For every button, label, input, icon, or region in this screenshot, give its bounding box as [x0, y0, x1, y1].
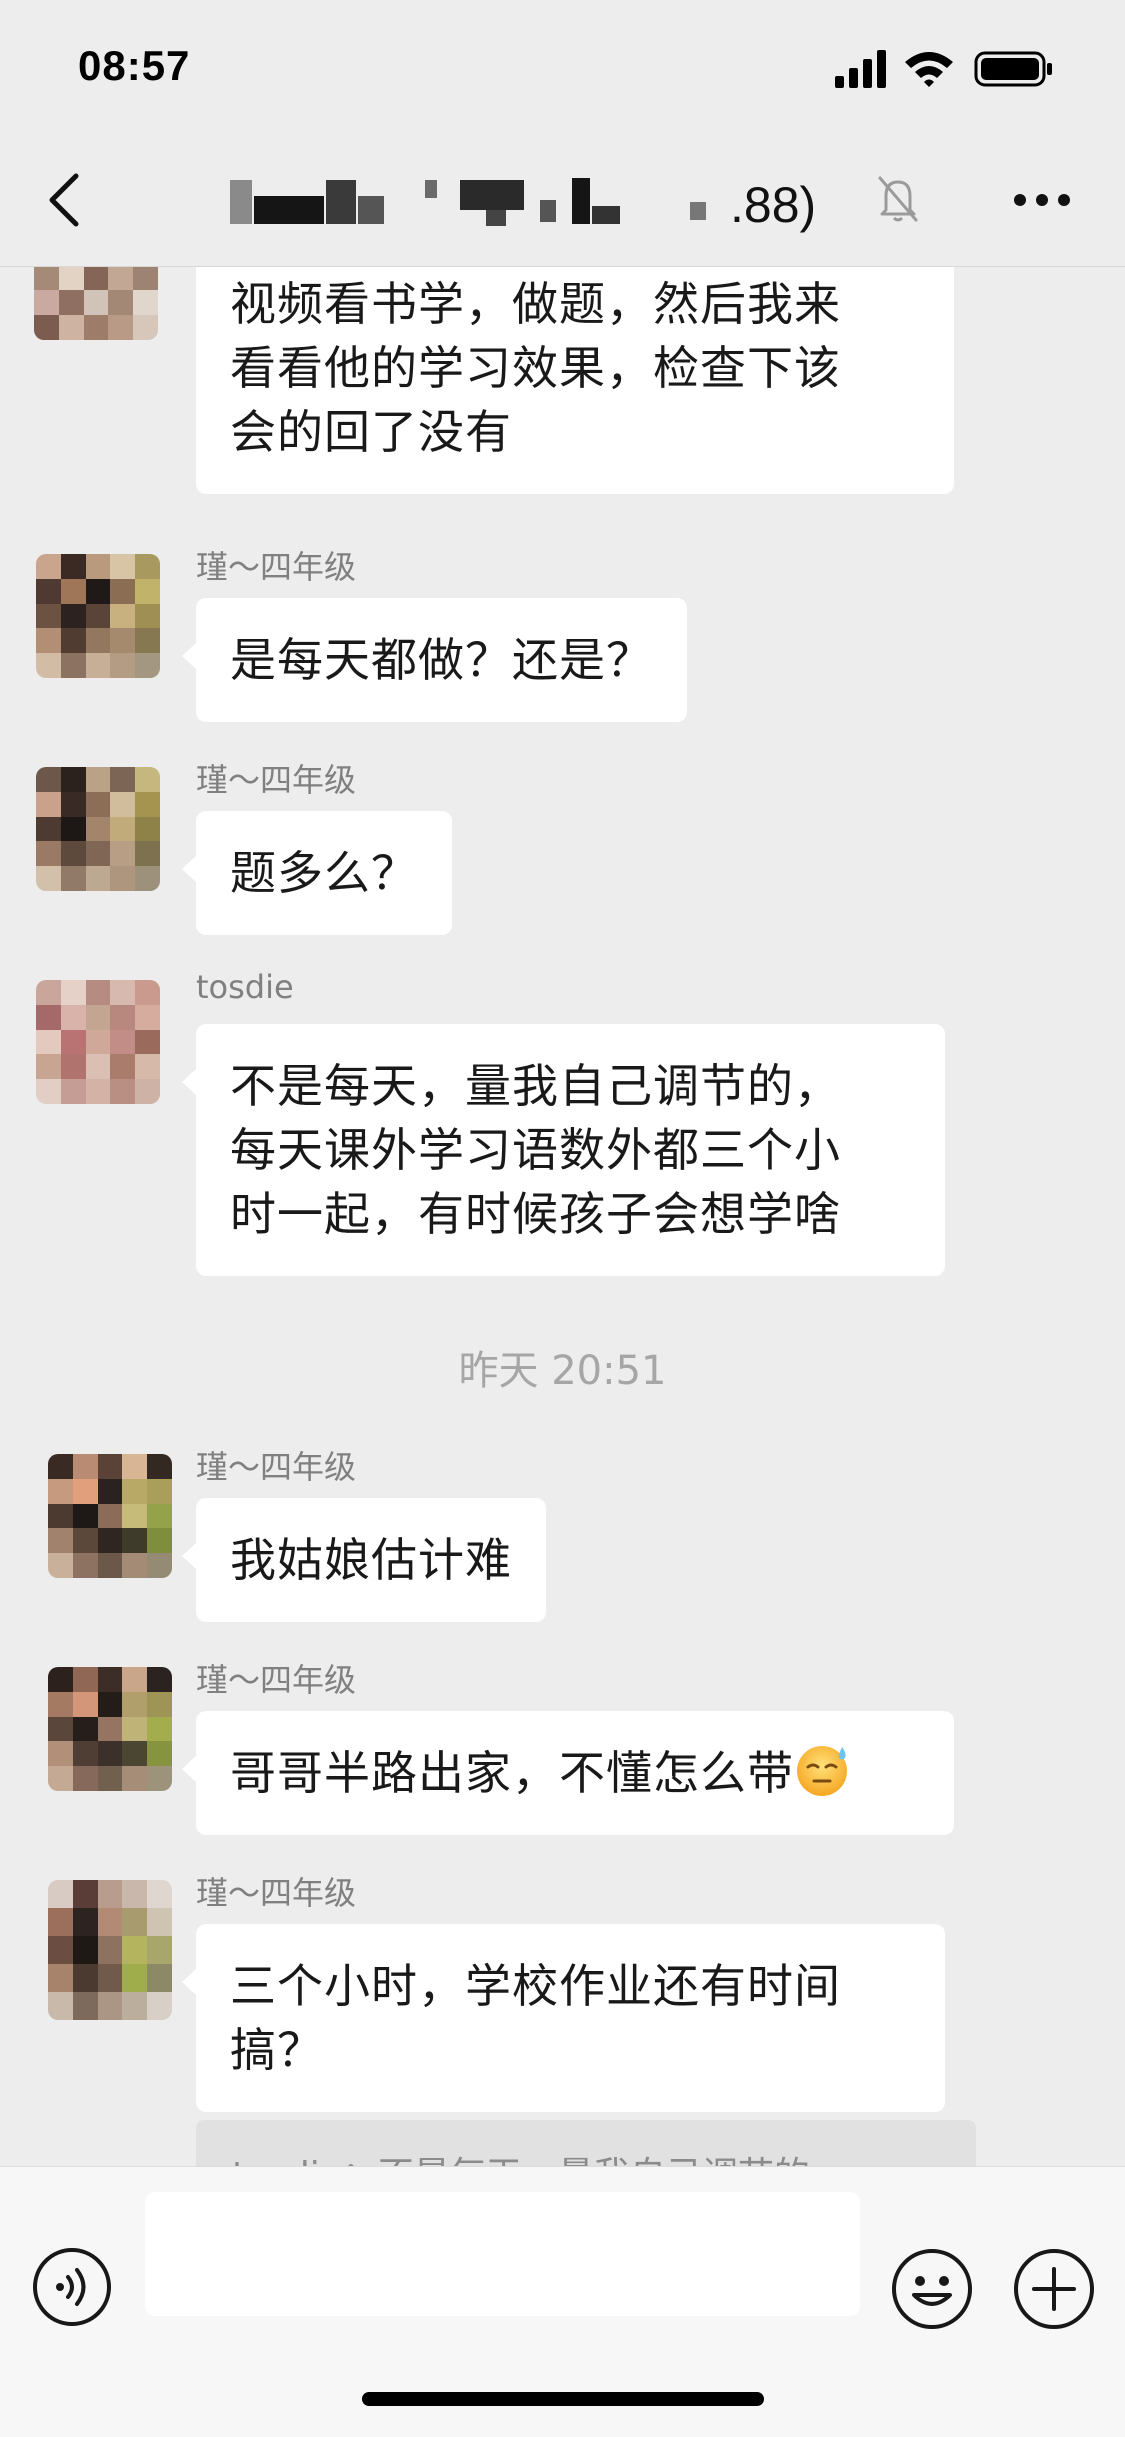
chat-title-suffix: .88) [730, 177, 817, 233]
timestamp-divider: 昨天 20:51 [458, 1348, 667, 1394]
message-text-line: 会的回了没有 [230, 405, 512, 459]
message-text-line: 时一起，有时候孩子会想学啥 [230, 1187, 841, 1241]
sweat-smile-emoji [797, 1746, 847, 1796]
message-text-line: 视频看书学，做题，然后我来 [230, 277, 841, 331]
message-input[interactable] [145, 2192, 860, 2316]
avatar[interactable] [48, 1454, 172, 1578]
emoji-face-icon[interactable] [890, 2247, 974, 2331]
more-dots-icon[interactable] [1012, 192, 1072, 208]
message-bubble[interactable]: 我姑娘估计难 [182, 1498, 546, 1622]
cellular-signal-icon [835, 50, 886, 88]
message-bubble[interactable]: 视频看书学，做题，然后我来 看看他的学习效果，检查下该 会的回了没有 [196, 266, 954, 494]
message-text-line: 我姑娘估计难 [230, 1533, 512, 1587]
chat-header: .88) [0, 132, 1125, 267]
status-time: 08:57 [78, 42, 191, 89]
sender-name: 瑾～四年级 [196, 548, 357, 586]
avatar[interactable] [36, 767, 160, 891]
home-indicator [362, 2392, 764, 2406]
message-text-line: 每天课外学习语数外都三个小 [230, 1123, 841, 1177]
message-text-line: 题多么？ [230, 846, 418, 900]
message-list[interactable]: 视频看书学，做题，然后我来 看看他的学习效果，检查下该 会的回了没有 瑾～四年级… [0, 266, 1125, 2166]
sender-name: 瑾～四年级 [196, 1661, 357, 1699]
sender-name: tosdie [196, 968, 294, 1006]
message-bubble[interactable]: 是每天都做？还是？ [182, 598, 687, 722]
bell-muted-icon [878, 176, 918, 222]
chat-title: .88) [220, 166, 910, 236]
voice-icon[interactable] [32, 2247, 112, 2327]
message-text-line: 是每天都做？还是？ [230, 633, 653, 687]
wifi-icon [905, 52, 953, 87]
message-bubble[interactable]: 题多么？ [182, 811, 452, 935]
avatar[interactable] [48, 1667, 172, 1791]
quoted-text: tosdie：不是每天，量我自己调节的， [232, 2155, 846, 2166]
message-text-line: 看看他的学习效果，检查下该 [230, 341, 841, 395]
plus-circle-icon[interactable] [1012, 2247, 1096, 2331]
chevron-left-icon[interactable] [44, 172, 84, 228]
message-bubble[interactable]: 三个小时，学校作业还有时间 搞？ [182, 1924, 945, 2112]
avatar[interactable] [48, 1880, 172, 2020]
avatar[interactable] [34, 266, 158, 340]
message-bubble[interactable]: 不是每天，量我自己调节的， 每天课外学习语数外都三个小 时一起，有时候孩子会想学… [182, 1024, 945, 1276]
message-text-line: 三个小时，学校作业还有时间 [230, 1959, 841, 2013]
sender-name: 瑾～四年级 [196, 761, 357, 799]
message-text: 哥哥半路出家，不懂怎么带 [230, 1746, 794, 1800]
message-text-line: 哥哥半路出家，不懂怎么带 [230, 1741, 920, 1805]
message-bubble[interactable]: 哥哥半路出家，不懂怎么带 [182, 1711, 954, 1835]
message-text-line: 不是每天，量我自己调节的， [230, 1059, 841, 1113]
status-bar: 08:57 [0, 0, 1125, 132]
sender-name: 瑾～四年级 [196, 1874, 357, 1912]
sender-name: 瑾～四年级 [196, 1448, 357, 1486]
battery-icon [974, 51, 1052, 87]
status-icons [835, 50, 1052, 88]
message-text-line: 搞？ [230, 2023, 324, 2077]
avatar[interactable] [36, 554, 160, 678]
avatar[interactable] [36, 980, 160, 1104]
quoted-message[interactable]: tosdie：不是每天，量我自己调节的， [196, 2120, 976, 2166]
